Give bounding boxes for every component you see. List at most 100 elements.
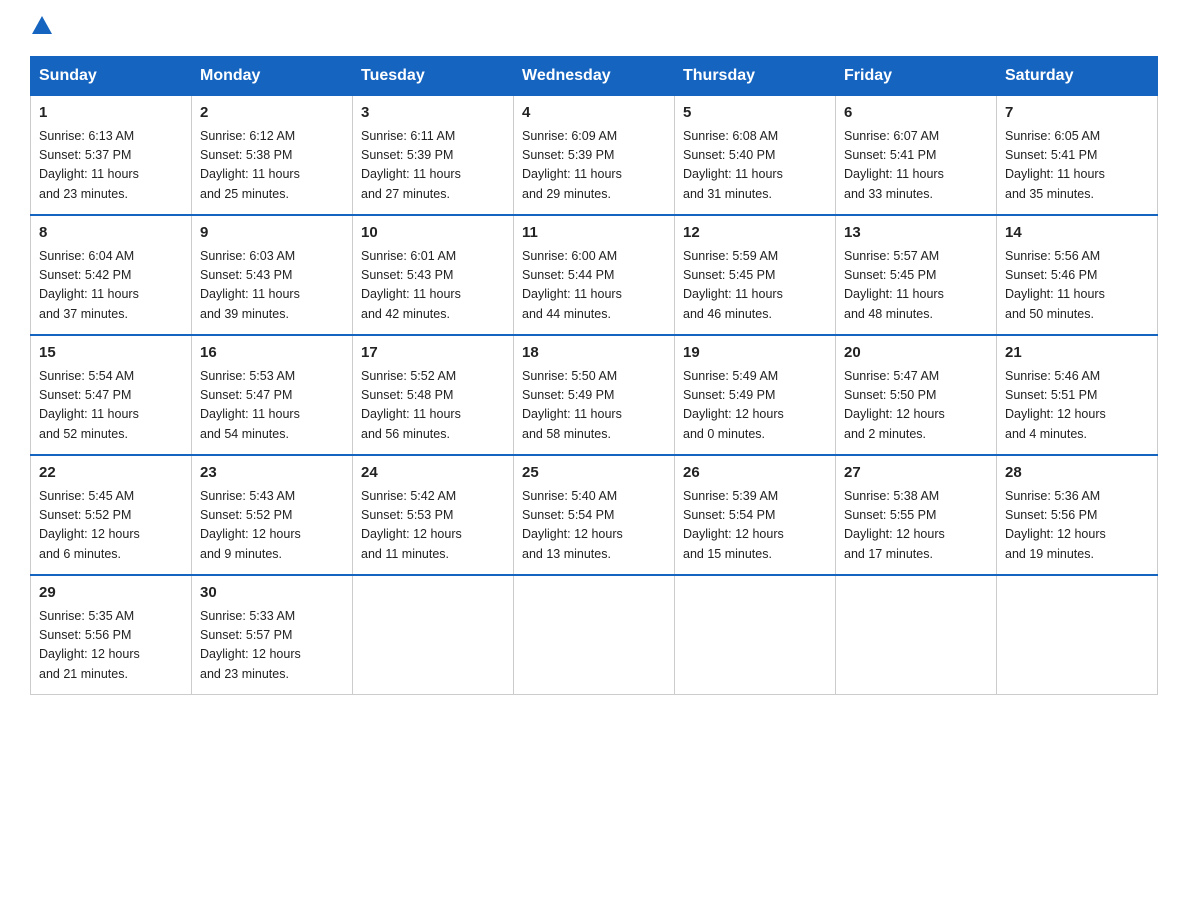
day-info: Sunrise: 5:35 AMSunset: 5:56 PMDaylight:… bbox=[39, 607, 183, 685]
day-number: 1 bbox=[39, 102, 183, 125]
calendar-cell: 1Sunrise: 6:13 AMSunset: 5:37 PMDaylight… bbox=[31, 96, 192, 216]
day-number: 28 bbox=[1005, 462, 1149, 485]
day-info: Sunrise: 6:13 AMSunset: 5:37 PMDaylight:… bbox=[39, 127, 183, 205]
day-number: 9 bbox=[200, 222, 344, 245]
calendar-cell: 5Sunrise: 6:08 AMSunset: 5:40 PMDaylight… bbox=[675, 96, 836, 216]
day-info: Sunrise: 5:39 AMSunset: 5:54 PMDaylight:… bbox=[683, 487, 827, 565]
day-number: 12 bbox=[683, 222, 827, 245]
page-header bbox=[30, 20, 1158, 38]
day-info: Sunrise: 5:47 AMSunset: 5:50 PMDaylight:… bbox=[844, 367, 988, 445]
header-monday: Monday bbox=[192, 57, 353, 96]
calendar-cell: 12Sunrise: 5:59 AMSunset: 5:45 PMDayligh… bbox=[675, 215, 836, 335]
day-number: 24 bbox=[361, 462, 505, 485]
calendar-cell: 24Sunrise: 5:42 AMSunset: 5:53 PMDayligh… bbox=[353, 455, 514, 575]
day-info: Sunrise: 6:12 AMSunset: 5:38 PMDaylight:… bbox=[200, 127, 344, 205]
calendar-cell bbox=[836, 575, 997, 695]
day-info: Sunrise: 5:38 AMSunset: 5:55 PMDaylight:… bbox=[844, 487, 988, 565]
calendar-cell: 14Sunrise: 5:56 AMSunset: 5:46 PMDayligh… bbox=[997, 215, 1158, 335]
week-row-3: 15Sunrise: 5:54 AMSunset: 5:47 PMDayligh… bbox=[31, 335, 1158, 455]
day-number: 19 bbox=[683, 342, 827, 365]
day-info: Sunrise: 5:40 AMSunset: 5:54 PMDaylight:… bbox=[522, 487, 666, 565]
day-info: Sunrise: 6:11 AMSunset: 5:39 PMDaylight:… bbox=[361, 127, 505, 205]
day-number: 4 bbox=[522, 102, 666, 125]
calendar-cell: 27Sunrise: 5:38 AMSunset: 5:55 PMDayligh… bbox=[836, 455, 997, 575]
day-number: 16 bbox=[200, 342, 344, 365]
day-number: 25 bbox=[522, 462, 666, 485]
day-number: 29 bbox=[39, 582, 183, 605]
day-info: Sunrise: 5:45 AMSunset: 5:52 PMDaylight:… bbox=[39, 487, 183, 565]
day-number: 3 bbox=[361, 102, 505, 125]
day-number: 5 bbox=[683, 102, 827, 125]
calendar-cell: 6Sunrise: 6:07 AMSunset: 5:41 PMDaylight… bbox=[836, 96, 997, 216]
day-info: Sunrise: 5:43 AMSunset: 5:52 PMDaylight:… bbox=[200, 487, 344, 565]
day-number: 27 bbox=[844, 462, 988, 485]
calendar-cell bbox=[353, 575, 514, 695]
week-row-2: 8Sunrise: 6:04 AMSunset: 5:42 PMDaylight… bbox=[31, 215, 1158, 335]
day-info: Sunrise: 6:03 AMSunset: 5:43 PMDaylight:… bbox=[200, 247, 344, 325]
header-row: SundayMondayTuesdayWednesdayThursdayFrid… bbox=[31, 57, 1158, 96]
header-tuesday: Tuesday bbox=[353, 57, 514, 96]
day-info: Sunrise: 5:36 AMSunset: 5:56 PMDaylight:… bbox=[1005, 487, 1149, 565]
day-number: 30 bbox=[200, 582, 344, 605]
day-info: Sunrise: 5:50 AMSunset: 5:49 PMDaylight:… bbox=[522, 367, 666, 445]
day-info: Sunrise: 5:52 AMSunset: 5:48 PMDaylight:… bbox=[361, 367, 505, 445]
day-number: 13 bbox=[844, 222, 988, 245]
day-number: 6 bbox=[844, 102, 988, 125]
calendar-cell: 3Sunrise: 6:11 AMSunset: 5:39 PMDaylight… bbox=[353, 96, 514, 216]
day-info: Sunrise: 5:59 AMSunset: 5:45 PMDaylight:… bbox=[683, 247, 827, 325]
day-info: Sunrise: 5:57 AMSunset: 5:45 PMDaylight:… bbox=[844, 247, 988, 325]
day-number: 20 bbox=[844, 342, 988, 365]
day-info: Sunrise: 6:01 AMSunset: 5:43 PMDaylight:… bbox=[361, 247, 505, 325]
header-saturday: Saturday bbox=[997, 57, 1158, 96]
calendar-cell: 28Sunrise: 5:36 AMSunset: 5:56 PMDayligh… bbox=[997, 455, 1158, 575]
day-info: Sunrise: 6:05 AMSunset: 5:41 PMDaylight:… bbox=[1005, 127, 1149, 205]
day-info: Sunrise: 5:54 AMSunset: 5:47 PMDaylight:… bbox=[39, 367, 183, 445]
logo-triangle-icon bbox=[32, 16, 52, 34]
calendar-cell bbox=[675, 575, 836, 695]
day-info: Sunrise: 6:04 AMSunset: 5:42 PMDaylight:… bbox=[39, 247, 183, 325]
day-info: Sunrise: 5:42 AMSunset: 5:53 PMDaylight:… bbox=[361, 487, 505, 565]
calendar-cell: 21Sunrise: 5:46 AMSunset: 5:51 PMDayligh… bbox=[997, 335, 1158, 455]
logo bbox=[30, 20, 52, 38]
calendar-cell: 2Sunrise: 6:12 AMSunset: 5:38 PMDaylight… bbox=[192, 96, 353, 216]
day-info: Sunrise: 6:00 AMSunset: 5:44 PMDaylight:… bbox=[522, 247, 666, 325]
day-number: 17 bbox=[361, 342, 505, 365]
day-number: 15 bbox=[39, 342, 183, 365]
day-info: Sunrise: 5:49 AMSunset: 5:49 PMDaylight:… bbox=[683, 367, 827, 445]
calendar-cell: 20Sunrise: 5:47 AMSunset: 5:50 PMDayligh… bbox=[836, 335, 997, 455]
calendar-cell: 22Sunrise: 5:45 AMSunset: 5:52 PMDayligh… bbox=[31, 455, 192, 575]
header-thursday: Thursday bbox=[675, 57, 836, 96]
calendar-cell: 10Sunrise: 6:01 AMSunset: 5:43 PMDayligh… bbox=[353, 215, 514, 335]
day-number: 21 bbox=[1005, 342, 1149, 365]
day-info: Sunrise: 6:07 AMSunset: 5:41 PMDaylight:… bbox=[844, 127, 988, 205]
day-number: 11 bbox=[522, 222, 666, 245]
day-number: 23 bbox=[200, 462, 344, 485]
calendar-cell: 7Sunrise: 6:05 AMSunset: 5:41 PMDaylight… bbox=[997, 96, 1158, 216]
calendar-table: SundayMondayTuesdayWednesdayThursdayFrid… bbox=[30, 56, 1158, 695]
calendar-cell: 13Sunrise: 5:57 AMSunset: 5:45 PMDayligh… bbox=[836, 215, 997, 335]
day-info: Sunrise: 6:08 AMSunset: 5:40 PMDaylight:… bbox=[683, 127, 827, 205]
day-number: 2 bbox=[200, 102, 344, 125]
calendar-cell: 19Sunrise: 5:49 AMSunset: 5:49 PMDayligh… bbox=[675, 335, 836, 455]
day-info: Sunrise: 6:09 AMSunset: 5:39 PMDaylight:… bbox=[522, 127, 666, 205]
day-number: 8 bbox=[39, 222, 183, 245]
calendar-cell bbox=[997, 575, 1158, 695]
day-number: 26 bbox=[683, 462, 827, 485]
calendar-cell: 17Sunrise: 5:52 AMSunset: 5:48 PMDayligh… bbox=[353, 335, 514, 455]
calendar-cell: 9Sunrise: 6:03 AMSunset: 5:43 PMDaylight… bbox=[192, 215, 353, 335]
calendar-cell: 29Sunrise: 5:35 AMSunset: 5:56 PMDayligh… bbox=[31, 575, 192, 695]
day-number: 18 bbox=[522, 342, 666, 365]
calendar-cell: 4Sunrise: 6:09 AMSunset: 5:39 PMDaylight… bbox=[514, 96, 675, 216]
calendar-cell: 8Sunrise: 6:04 AMSunset: 5:42 PMDaylight… bbox=[31, 215, 192, 335]
calendar-cell: 26Sunrise: 5:39 AMSunset: 5:54 PMDayligh… bbox=[675, 455, 836, 575]
week-row-4: 22Sunrise: 5:45 AMSunset: 5:52 PMDayligh… bbox=[31, 455, 1158, 575]
calendar-cell: 18Sunrise: 5:50 AMSunset: 5:49 PMDayligh… bbox=[514, 335, 675, 455]
header-wednesday: Wednesday bbox=[514, 57, 675, 96]
header-friday: Friday bbox=[836, 57, 997, 96]
day-number: 10 bbox=[361, 222, 505, 245]
day-info: Sunrise: 5:53 AMSunset: 5:47 PMDaylight:… bbox=[200, 367, 344, 445]
week-row-5: 29Sunrise: 5:35 AMSunset: 5:56 PMDayligh… bbox=[31, 575, 1158, 695]
calendar-cell: 15Sunrise: 5:54 AMSunset: 5:47 PMDayligh… bbox=[31, 335, 192, 455]
day-info: Sunrise: 5:46 AMSunset: 5:51 PMDaylight:… bbox=[1005, 367, 1149, 445]
header-sunday: Sunday bbox=[31, 57, 192, 96]
